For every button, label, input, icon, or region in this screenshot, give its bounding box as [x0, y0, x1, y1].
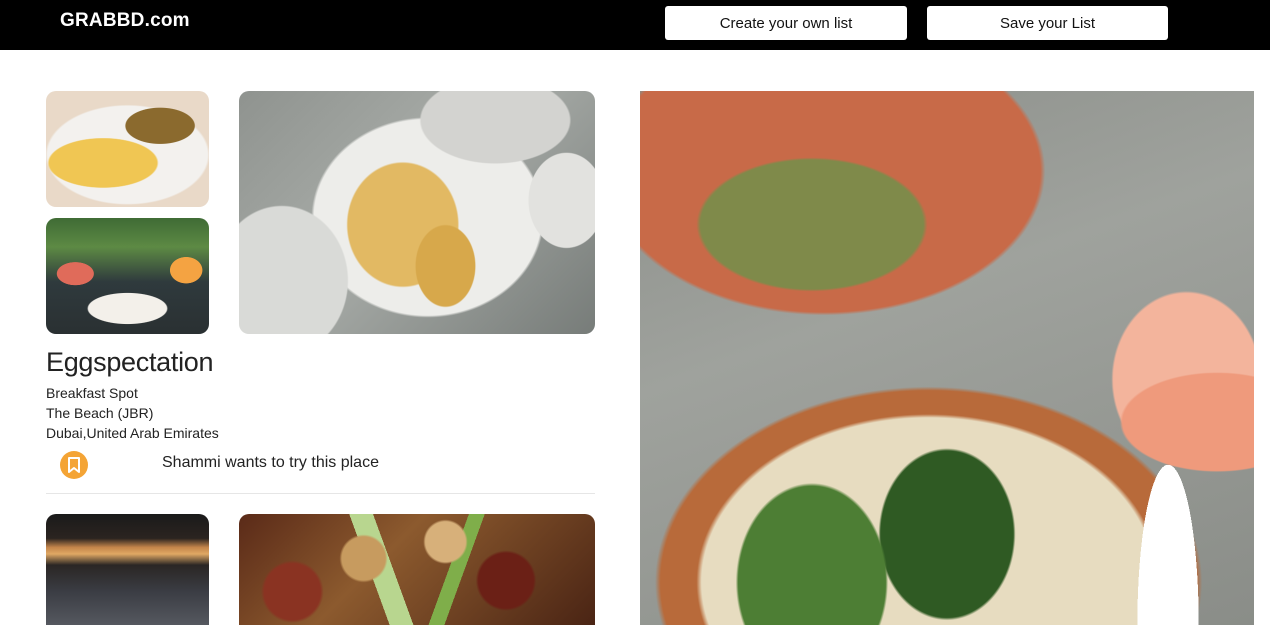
top-navbar: GRABBD.com Create your own list Save you… [0, 0, 1270, 50]
restaurant-photo-interior[interactable] [46, 514, 209, 625]
food-photo-omelette-small[interactable] [46, 91, 209, 207]
section-divider [46, 493, 595, 494]
hero-photo-salad-bowls[interactable] [640, 91, 1254, 625]
food-photo-omelette-large[interactable] [239, 91, 595, 334]
food-photo-brunch-table[interactable] [46, 218, 209, 334]
place-category: Breakfast Spot [46, 385, 138, 401]
place-location: Dubai,United Arab Emirates [46, 425, 219, 441]
food-photo-stirfry[interactable] [239, 514, 595, 625]
want-to-try-text: Shammi wants to try this place [162, 454, 379, 471]
place-area: The Beach (JBR) [46, 405, 154, 421]
save-list-button[interactable]: Save your List [927, 6, 1168, 40]
brand-logo[interactable]: GRABBD.com [60, 10, 190, 32]
bookmark-badge[interactable] [60, 451, 88, 479]
place-title[interactable]: Eggspectation [46, 347, 214, 378]
bookmark-icon [68, 457, 80, 473]
create-list-button[interactable]: Create your own list [665, 6, 907, 40]
